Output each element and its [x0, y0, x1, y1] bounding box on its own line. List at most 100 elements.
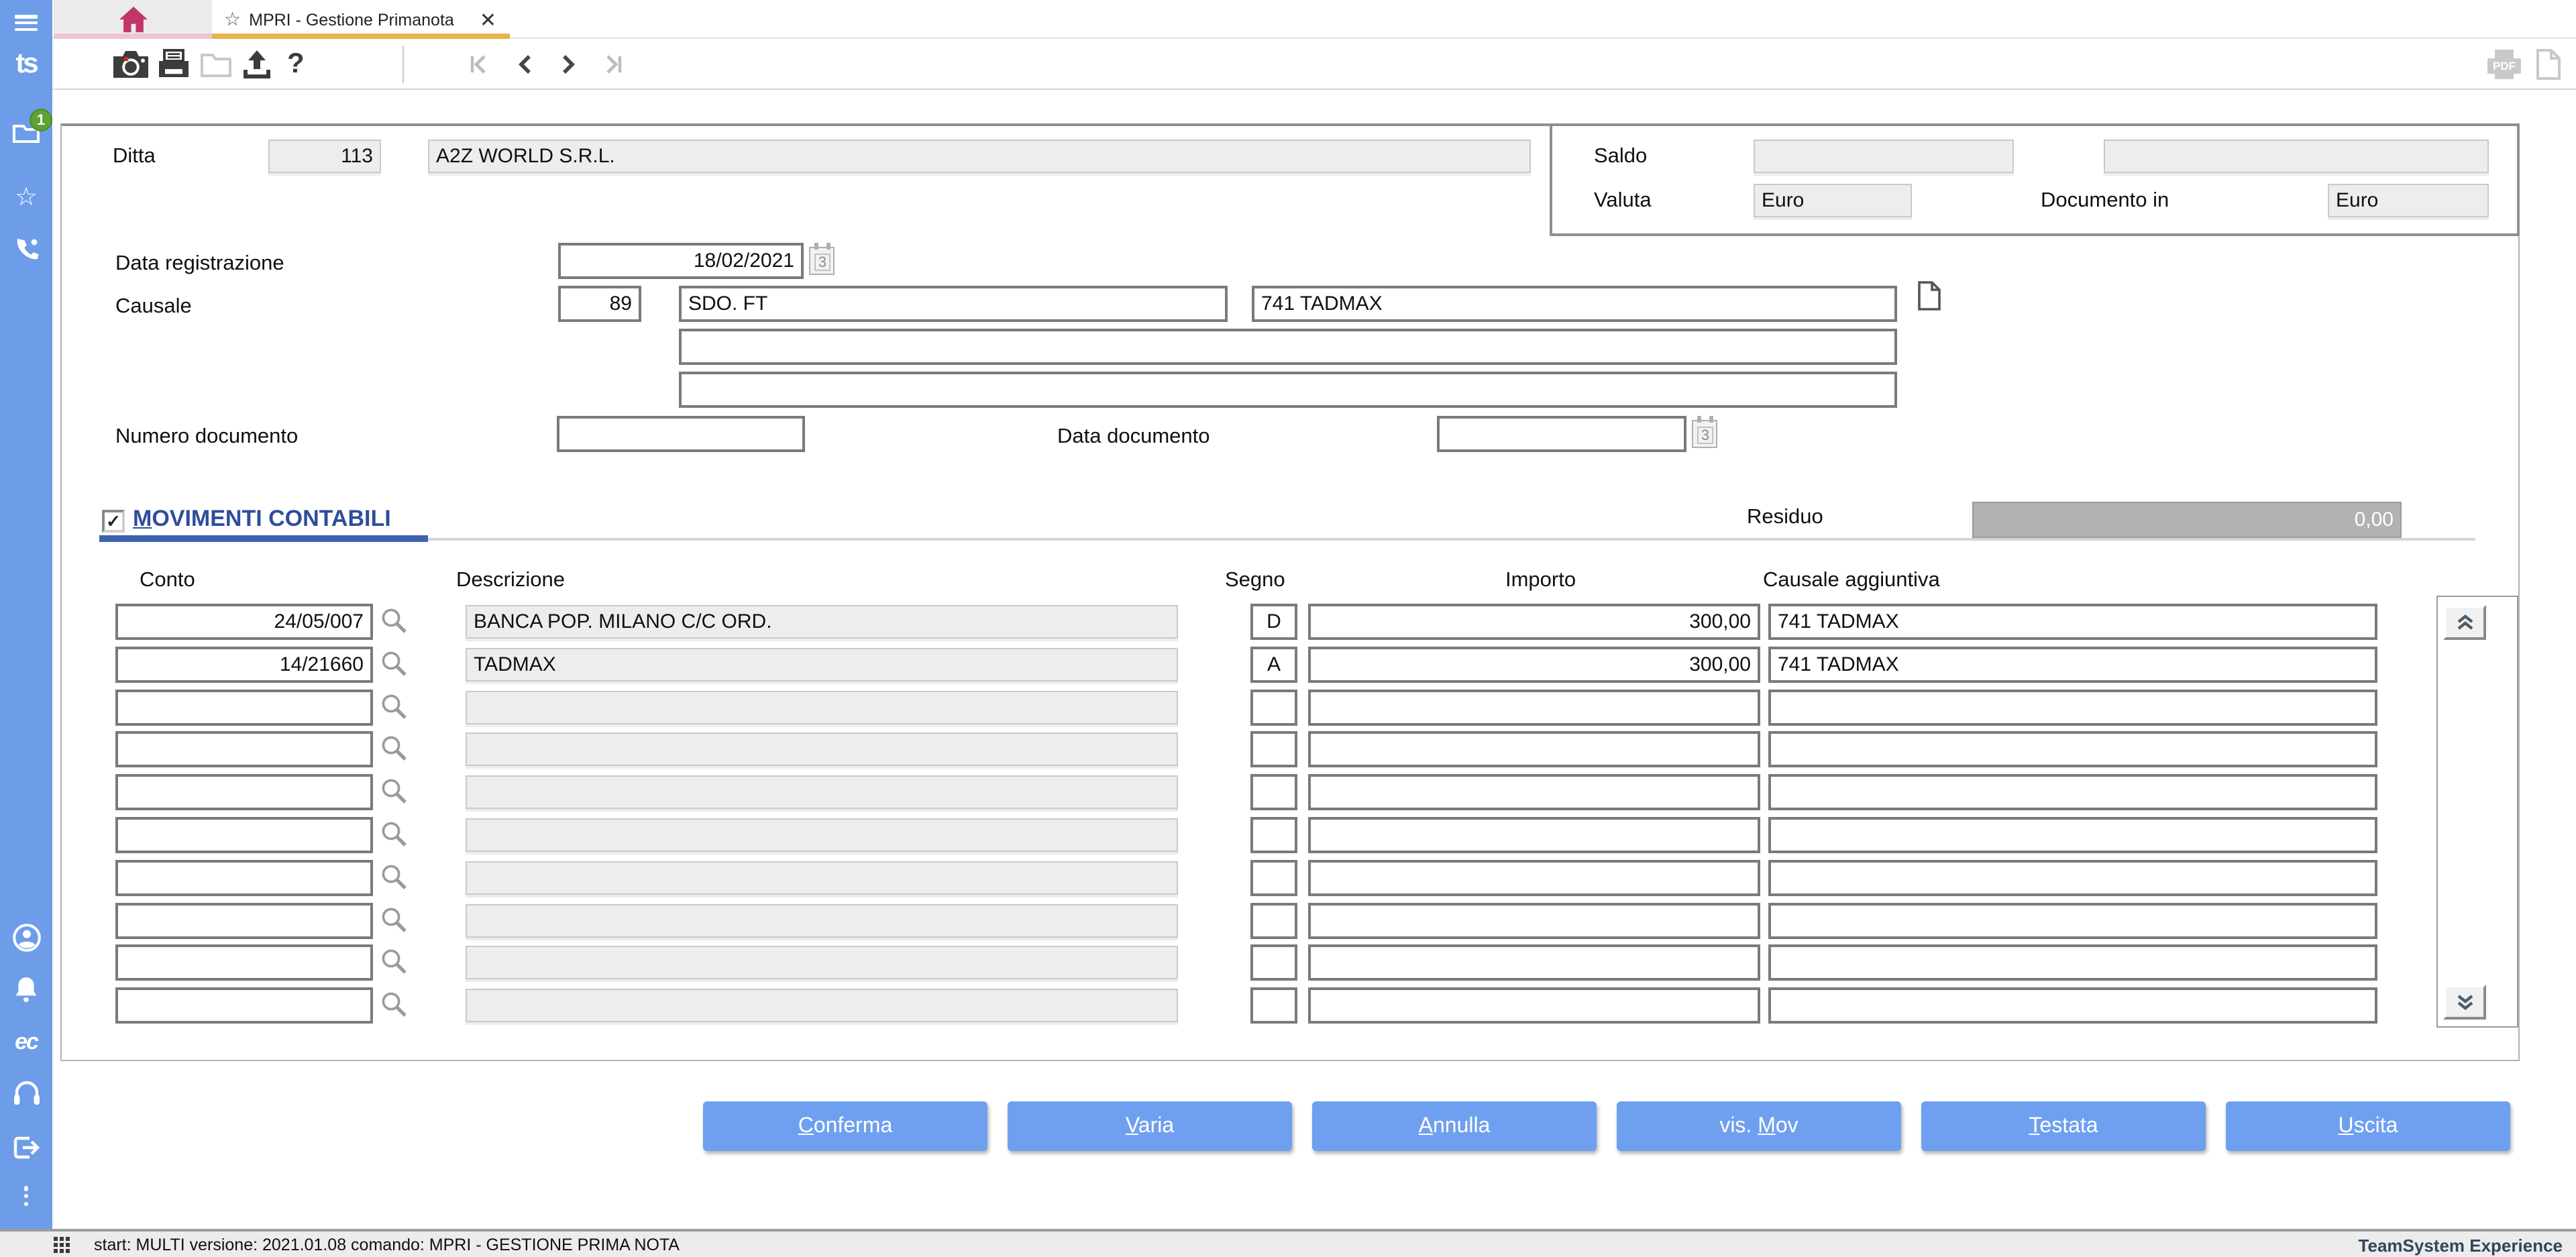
conto-field[interactable]	[115, 689, 373, 726]
column-header-causale-aggiuntiva: Causale aggiuntiva	[1763, 569, 1940, 592]
varia-button[interactable]: Varia	[1008, 1101, 1292, 1151]
conto-field[interactable]	[115, 902, 373, 939]
importo-field[interactable]	[1308, 731, 1760, 768]
segno-field[interactable]: D	[1250, 604, 1297, 640]
search-lens-icon[interactable]	[380, 734, 409, 764]
conto-field[interactable]	[115, 731, 373, 768]
causale-desc-field[interactable]: SDO. FT	[679, 286, 1228, 322]
vis-mov-button[interactable]: vis. Mov	[1617, 1101, 1901, 1151]
causale-aggiuntiva-field[interactable]	[1768, 774, 2377, 811]
menu-icon[interactable]	[0, 12, 52, 34]
importo-field[interactable]	[1308, 859, 1760, 896]
conto-field[interactable]	[115, 987, 373, 1024]
segno-field[interactable]	[1250, 944, 1297, 981]
search-lens-icon[interactable]	[380, 863, 409, 892]
scroll-up-icon[interactable]	[2443, 605, 2486, 640]
conto-field[interactable]	[115, 774, 373, 811]
causale-aggiuntiva-field[interactable]	[1768, 944, 2377, 981]
data-documento-field[interactable]	[1437, 416, 1686, 452]
search-lens-icon[interactable]	[380, 990, 409, 1020]
close-icon[interactable]: ✕	[480, 7, 496, 32]
segno-field[interactable]	[1250, 987, 1297, 1024]
data-registrazione-field[interactable]: 18/02/2021	[558, 243, 804, 279]
causale-aggiuntiva-field[interactable]	[1768, 817, 2377, 853]
causale-aggiuntiva-field[interactable]: 741 TADMAX	[1768, 604, 2377, 640]
more-dots-icon[interactable]	[0, 1183, 52, 1209]
segno-field[interactable]	[1250, 731, 1297, 768]
importo-field[interactable]	[1308, 987, 1760, 1024]
causale-line2-field[interactable]	[679, 329, 1897, 365]
uscita-button[interactable]: Uscita	[2226, 1101, 2510, 1151]
camera-icon[interactable]	[113, 39, 149, 90]
nav-previous-icon[interactable]	[517, 39, 533, 90]
conto-field[interactable]: 14/21660	[115, 646, 373, 683]
documents-folder-icon[interactable]: 1	[0, 109, 52, 150]
numero-documento-field[interactable]	[557, 416, 805, 452]
headset-icon[interactable]	[0, 1080, 52, 1107]
help-icon[interactable]: ?	[287, 39, 305, 90]
tab-home[interactable]	[54, 0, 212, 39]
causale-aggiuntiva-field[interactable]	[1768, 859, 2377, 896]
causale-aggiuntiva-field[interactable]	[1768, 689, 2377, 726]
folder-icon[interactable]	[200, 39, 232, 90]
scroll-down-icon[interactable]	[2443, 985, 2486, 1020]
calendar-icon[interactable]: 3	[1692, 416, 1717, 448]
nav-last-icon[interactable]	[601, 39, 624, 90]
search-lens-icon[interactable]	[380, 606, 409, 636]
causale-aggiuntiva-field[interactable]: 741 TADMAX	[1768, 646, 2377, 683]
movimenti-checkbox[interactable]: ✓	[102, 510, 125, 533]
conto-field[interactable]	[115, 859, 373, 896]
pdf-print-icon[interactable]: PDF	[2486, 39, 2522, 90]
importo-field[interactable]	[1308, 817, 1760, 853]
segno-field[interactable]	[1250, 859, 1297, 896]
new-document-icon[interactable]	[2536, 39, 2561, 90]
segno-field[interactable]	[1250, 689, 1297, 726]
logout-icon[interactable]	[0, 1134, 52, 1162]
user-icon[interactable]	[0, 923, 52, 952]
favorite-star-icon[interactable]: ☆	[224, 8, 241, 31]
importo-field[interactable]	[1308, 902, 1760, 939]
search-lens-icon[interactable]	[380, 692, 409, 721]
testata-button[interactable]: Testata	[1921, 1101, 2206, 1151]
importo-field[interactable]: 300,00	[1308, 646, 1760, 683]
export-icon[interactable]	[240, 39, 274, 90]
search-lens-icon[interactable]	[380, 777, 409, 806]
document-icon[interactable]	[1917, 280, 1941, 318]
importo-field[interactable]	[1308, 774, 1760, 811]
causale-aggiuntiva-field[interactable]	[1768, 731, 2377, 768]
conto-field[interactable]	[115, 817, 373, 853]
segno-field[interactable]	[1250, 817, 1297, 853]
grid-scrollbar[interactable]	[2436, 596, 2518, 1028]
conferma-button[interactable]: Conferma	[703, 1101, 987, 1151]
nav-next-icon[interactable]	[561, 39, 577, 90]
favorites-star-icon[interactable]: ☆	[0, 185, 52, 211]
annulla-button[interactable]: Annulla	[1312, 1101, 1597, 1151]
ec-logo[interactable]: ec	[0, 1029, 52, 1056]
segno-field[interactable]	[1250, 774, 1297, 811]
nav-first-icon[interactable]	[468, 39, 491, 90]
causale-aggiuntiva-field[interactable]	[1768, 987, 2377, 1024]
causale-code-field[interactable]: 89	[558, 286, 641, 322]
phone-icon[interactable]	[0, 236, 52, 263]
search-lens-icon[interactable]	[380, 905, 409, 934]
importo-field[interactable]	[1308, 944, 1760, 981]
search-lens-icon[interactable]	[380, 649, 409, 679]
bell-icon[interactable]	[0, 975, 52, 1003]
app-grid-icon[interactable]	[54, 1237, 70, 1253]
tab-mpri-gestione-primanota[interactable]: ☆ MPRI - Gestione Primanota ✕	[212, 0, 510, 39]
conto-field[interactable]	[115, 944, 373, 981]
search-lens-icon[interactable]	[380, 948, 409, 977]
print-icon[interactable]	[157, 39, 191, 90]
calendar-icon[interactable]: 3	[809, 243, 835, 275]
causale-extra-field[interactable]: 741 TADMAX	[1252, 286, 1897, 322]
conto-field[interactable]: 24/05/007	[115, 604, 373, 640]
segno-field[interactable]: A	[1250, 646, 1297, 683]
search-lens-icon[interactable]	[380, 820, 409, 849]
causale-aggiuntiva-field[interactable]	[1768, 902, 2377, 939]
movimenti-row	[52, 774, 2576, 811]
segno-field[interactable]	[1250, 902, 1297, 939]
importo-field[interactable]	[1308, 689, 1760, 726]
importo-field[interactable]: 300,00	[1308, 604, 1760, 640]
causale-line3-field[interactable]	[679, 372, 1897, 408]
teamsystem-logo[interactable]: ts	[0, 48, 52, 80]
